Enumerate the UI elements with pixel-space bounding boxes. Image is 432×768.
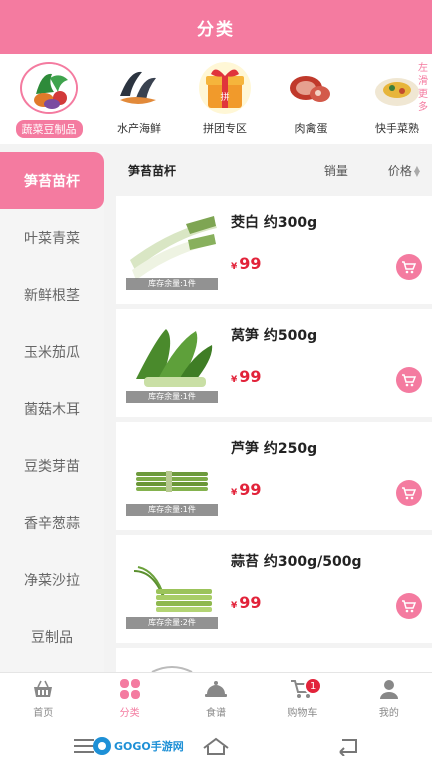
sort-by-sales[interactable]: 销量 <box>324 162 348 179</box>
price-value: 99 <box>239 367 262 386</box>
category-meat[interactable]: 肉禽蛋 <box>268 62 354 136</box>
currency-symbol: ¥ <box>231 375 238 385</box>
price-value: 99 <box>239 254 262 273</box>
subcategory-sidebar: 笋苔苗杆 叶菜青菜 新鲜根茎 玉米茄瓜 菌菇木耳 豆类芽苗 香辛葱蒜 净菜沙拉 … <box>0 152 104 672</box>
stock-tag: 库存余量:1件 <box>126 278 218 290</box>
stock-tag: 库存余量:2件 <box>126 617 218 629</box>
gift-box-icon: 拼 <box>196 62 254 114</box>
product-card[interactable] <box>116 648 432 672</box>
category-label: 拼团专区 <box>203 122 247 135</box>
meat-icon <box>282 62 340 114</box>
category-strip[interactable]: 蔬菜豆制品 水产海鲜 拼 拼团专区 肉禽蛋 快手菜熟 左滑更多 <box>0 54 432 144</box>
swipe-more-hint: 左滑更多 <box>418 63 428 113</box>
product-name: 茭白 约300g <box>231 215 318 231</box>
sort-arrows-icon: ▲ ▼ <box>413 164 420 178</box>
tab-home[interactable]: 首页 <box>0 673 86 724</box>
tab-label: 我的 <box>378 708 399 719</box>
product-card[interactable]: 库存余量:2件 蒜苔 约300g/500g ¥99 <box>116 535 432 643</box>
tab-category[interactable]: 分类 <box>86 673 172 724</box>
list-title: 笋苔苗杆 <box>128 163 177 178</box>
tab-label: 首页 <box>33 708 54 719</box>
tab-recipes[interactable]: 食谱 <box>173 673 259 724</box>
sort-price-label: 价格 <box>387 163 412 178</box>
watermark-text: GOGO手游网 <box>114 740 184 753</box>
seafood-icon <box>110 62 168 114</box>
product-price: ¥99 <box>231 480 262 499</box>
sort-by-price[interactable]: 价格 ▲ ▼ <box>388 162 420 179</box>
category-group-buy[interactable]: 拼 拼团专区 <box>182 62 268 136</box>
cart-icon <box>402 487 417 500</box>
tab-label: 食谱 <box>206 708 227 719</box>
category-label: 水产海鲜 <box>117 122 161 135</box>
tab-label: 分类 <box>119 708 140 719</box>
product-image-partial <box>126 658 218 672</box>
tab-cart[interactable]: 1 购物车 <box>259 673 345 724</box>
tab-profile[interactable]: 我的 <box>346 673 432 724</box>
sidebar-item[interactable]: 新鲜根茎 <box>0 266 104 323</box>
cart-icon <box>402 600 417 613</box>
sidebar-item[interactable]: 叶菜青菜 <box>0 209 104 266</box>
category-label: 快手菜熟 <box>375 122 419 135</box>
category-label: 肉禽蛋 <box>294 122 328 135</box>
sidebar-item[interactable]: 笋苔苗杆 <box>0 152 104 209</box>
cloche-icon <box>204 678 228 700</box>
product-list[interactable]: 笋苔苗杆 销量 价格 ▲ ▼ 库存余量:1件 茭白 约300g ¥99 库存余量… <box>116 152 432 672</box>
product-image-garlic-sprout <box>126 545 218 627</box>
product-name: 莴笋 约500g <box>231 328 318 344</box>
add-to-cart-button[interactable] <box>396 367 422 393</box>
add-to-cart-button[interactable] <box>396 254 422 280</box>
cart-count-badge: 1 <box>304 677 323 695</box>
watermark-logo: GOGO手游网 <box>92 736 184 756</box>
product-card[interactable]: 库存余量:1件 芦笋 约250g ¥99 <box>116 422 432 530</box>
product-price: ¥99 <box>231 367 262 386</box>
stock-tag: 库存余量:1件 <box>126 391 218 403</box>
product-name: 芦笋 约250g <box>231 441 318 457</box>
category-label: 蔬菜豆制品 <box>15 120 83 138</box>
sidebar-item[interactable]: 豆类芽苗 <box>0 437 104 494</box>
user-icon <box>377 678 401 700</box>
sidebar-item[interactable]: 玉米茄瓜 <box>0 323 104 380</box>
price-value: 99 <box>239 593 262 612</box>
currency-symbol: ¥ <box>231 262 238 272</box>
product-image-water-bamboo <box>126 206 218 288</box>
price-value: 99 <box>239 480 262 499</box>
cart-icon <box>402 261 417 274</box>
product-card[interactable]: 库存余量:1件 莴笋 约500g ¥99 <box>116 309 432 417</box>
list-header: 笋苔苗杆 销量 价格 ▲ ▼ <box>116 152 432 188</box>
page-title: 分类 <box>197 19 235 40</box>
product-price: ¥99 <box>231 254 262 273</box>
vegetables-icon <box>20 62 78 114</box>
product-image-lettuce-stem <box>126 319 218 401</box>
category-seafood[interactable]: 水产海鲜 <box>96 62 182 136</box>
sidebar-item[interactable]: 豆制品 <box>0 608 104 665</box>
category-vegetables[interactable]: 蔬菜豆制品 <box>6 62 92 138</box>
product-image-asparagus <box>126 432 218 514</box>
bottom-tab-bar: 首页 分类 食谱 1 购物车 我的 <box>0 672 432 724</box>
cart-icon <box>402 374 417 387</box>
add-to-cart-button[interactable] <box>396 593 422 619</box>
svg-text:拼: 拼 <box>220 91 229 103</box>
product-card[interactable]: 库存余量:1件 茭白 约300g ¥99 <box>116 196 432 304</box>
sidebar-item[interactable]: 香辛葱蒜 <box>0 494 104 551</box>
currency-symbol: ¥ <box>231 601 238 611</box>
gogo-logo-icon <box>93 737 111 755</box>
stock-tag: 库存余量:1件 <box>126 504 218 516</box>
add-to-cart-button[interactable] <box>396 480 422 506</box>
product-name: 蒜苔 约300g/500g <box>231 554 362 570</box>
system-nav-bar: GOGO手游网 <box>0 724 432 768</box>
product-price: ¥99 <box>231 593 262 612</box>
currency-symbol: ¥ <box>231 488 238 498</box>
home-icon[interactable] <box>202 736 230 756</box>
basket-icon <box>31 678 55 700</box>
back-icon[interactable] <box>336 736 360 757</box>
sidebar-item[interactable]: 净菜沙拉 <box>0 551 104 608</box>
category-grid-icon <box>118 678 142 700</box>
page-header: 分类 <box>0 0 432 54</box>
sidebar-item[interactable]: 菌菇木耳 <box>0 380 104 437</box>
tab-label: 购物车 <box>287 708 318 719</box>
